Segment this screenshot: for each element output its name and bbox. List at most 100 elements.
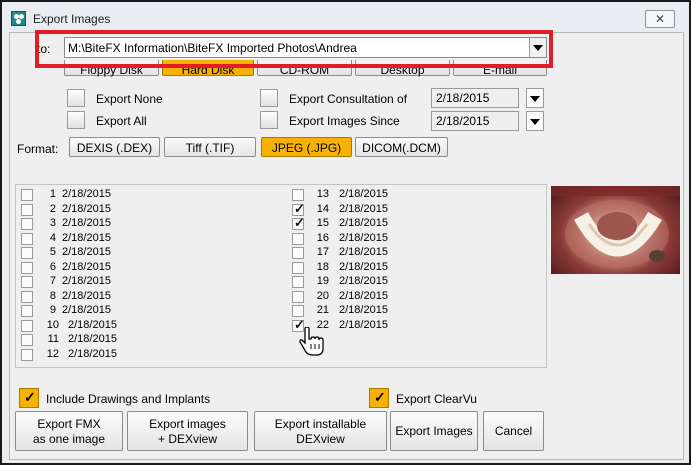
location-tabs: Floppy Disk Hard Disk CD-ROM Desktop E-m… bbox=[64, 60, 548, 78]
tab-desktop[interactable]: Desktop bbox=[355, 60, 450, 77]
image-checkbox[interactable] bbox=[21, 218, 33, 230]
image-number: 15 bbox=[316, 217, 329, 229]
export-clearvu-checkbox[interactable] bbox=[369, 388, 389, 408]
destination-label: to: bbox=[37, 42, 51, 56]
image-number: 19 bbox=[316, 275, 329, 287]
image-date: 2/18/2015 bbox=[62, 246, 111, 258]
image-date: 2/18/2015 bbox=[339, 246, 388, 258]
export-dexview-line1: Export images bbox=[149, 417, 226, 431]
image-checkbox[interactable] bbox=[21, 334, 33, 346]
image-number: 3 bbox=[49, 217, 56, 229]
export-images-button[interactable]: Export Images bbox=[390, 411, 478, 451]
export-none-button[interactable] bbox=[67, 89, 85, 107]
image-checkbox[interactable] bbox=[21, 320, 33, 332]
close-button[interactable]: ✕ bbox=[645, 10, 675, 28]
export-consultation-button[interactable] bbox=[260, 89, 278, 107]
destination-combo[interactable]: M:\BiteFX Information\BiteFX Imported Ph… bbox=[64, 37, 547, 58]
image-date: 2/18/2015 bbox=[68, 319, 117, 331]
image-date: 2/18/2015 bbox=[62, 304, 111, 316]
image-date: 2/18/2015 bbox=[68, 333, 117, 345]
export-images-dexview-button[interactable]: Export images + DEXview bbox=[127, 411, 248, 451]
image-checkbox[interactable] bbox=[292, 189, 304, 201]
image-date: 2/18/2015 bbox=[62, 275, 111, 287]
export-fmx-button[interactable]: Export FMX as one image bbox=[15, 411, 123, 451]
image-number: 12 bbox=[46, 348, 59, 360]
image-number: 4 bbox=[49, 232, 56, 244]
image-checkbox[interactable] bbox=[21, 349, 33, 361]
image-number: 21 bbox=[316, 304, 329, 316]
export-all-button[interactable] bbox=[67, 111, 85, 129]
image-number: 18 bbox=[316, 261, 329, 273]
image-checkbox[interactable] bbox=[292, 262, 304, 274]
image-number: 14 bbox=[316, 203, 329, 215]
image-checkbox[interactable] bbox=[21, 189, 33, 201]
image-checkbox[interactable] bbox=[21, 276, 33, 288]
export-clearvu-label: Export ClearVu bbox=[396, 392, 477, 406]
export-installable-button[interactable]: Export installable DEXview bbox=[254, 411, 387, 451]
image-checkbox[interactable] bbox=[21, 233, 33, 245]
title-bar: Export Images ✕ bbox=[2, 2, 689, 32]
image-checkbox[interactable] bbox=[21, 291, 33, 303]
image-date: 2/18/2015 bbox=[339, 217, 388, 229]
image-date: 2/18/2015 bbox=[339, 261, 388, 273]
image-number: 16 bbox=[316, 232, 329, 244]
export-since-button[interactable] bbox=[260, 111, 278, 129]
image-number: 7 bbox=[49, 275, 56, 287]
format-label: Format: bbox=[17, 142, 59, 156]
image-date: 2/18/2015 bbox=[62, 232, 111, 244]
tab-cd-rom[interactable]: CD-ROM bbox=[257, 60, 352, 77]
include-drawings-checkbox[interactable] bbox=[19, 388, 39, 408]
image-date: 2/18/2015 bbox=[339, 188, 388, 200]
app-icon bbox=[11, 11, 26, 26]
image-number: 10 bbox=[46, 319, 59, 331]
format-jpeg-button[interactable]: JPEG (.JPG) bbox=[261, 137, 352, 157]
image-date: 2/18/2015 bbox=[62, 290, 111, 302]
since-date-field[interactable]: 2/18/2015 bbox=[431, 111, 519, 131]
image-number: 8 bbox=[49, 290, 56, 302]
teeth-photo-icon bbox=[551, 186, 680, 268]
image-number: 17 bbox=[316, 246, 329, 258]
export-all-label: Export All bbox=[96, 114, 147, 128]
image-checkbox[interactable] bbox=[21, 247, 33, 259]
dropdown-arrow-icon[interactable] bbox=[529, 38, 546, 57]
export-since-label: Export Images Since bbox=[289, 114, 400, 128]
image-number: 9 bbox=[49, 304, 56, 316]
image-number: 6 bbox=[49, 261, 56, 273]
image-checkbox[interactable] bbox=[292, 276, 304, 288]
image-date: 2/18/2015 bbox=[62, 188, 111, 200]
image-date: 2/18/2015 bbox=[62, 203, 111, 215]
image-checkbox[interactable] bbox=[21, 204, 33, 216]
tab-email[interactable]: E-mail bbox=[453, 60, 547, 77]
export-fmx-line2: as one image bbox=[32, 432, 106, 446]
tab-hard-disk[interactable]: Hard Disk bbox=[162, 60, 254, 77]
image-checkbox[interactable] bbox=[292, 291, 304, 303]
export-fmx-line1: Export FMX bbox=[37, 417, 101, 431]
tab-floppy-disk[interactable]: Floppy Disk bbox=[64, 60, 159, 77]
image-checkbox[interactable] bbox=[292, 247, 304, 259]
cancel-button[interactable]: Cancel bbox=[483, 411, 544, 451]
consultation-dropdown-icon[interactable] bbox=[526, 88, 544, 108]
image-number: 2 bbox=[49, 203, 56, 215]
image-date: 2/18/2015 bbox=[62, 217, 111, 229]
image-checkbox[interactable] bbox=[292, 233, 304, 245]
export-images-dialog: Export Images ✕ to: M:\BiteFX Informatio… bbox=[0, 0, 691, 465]
image-checkbox[interactable] bbox=[21, 305, 33, 317]
image-checkbox[interactable] bbox=[292, 215, 305, 231]
image-checkbox[interactable] bbox=[21, 262, 33, 274]
export-dexview-line2: + DEXview bbox=[157, 432, 218, 446]
format-dexis-button[interactable]: DEXIS (.DEX) bbox=[69, 137, 160, 157]
image-date: 2/18/2015 bbox=[339, 275, 388, 287]
export-none-label: Export None bbox=[96, 92, 163, 106]
image-date: 2/18/2015 bbox=[68, 348, 117, 360]
image-date: 2/18/2015 bbox=[339, 304, 388, 316]
window-title: Export Images bbox=[33, 12, 111, 26]
consultation-date-field[interactable]: 2/18/2015 bbox=[431, 88, 519, 108]
format-tiff-button[interactable]: Tiff (.TIF) bbox=[164, 137, 256, 157]
export-installable-line2: DEXview bbox=[296, 432, 345, 446]
format-dicom-button[interactable]: DICOM(.DCM) bbox=[355, 137, 448, 157]
image-checkbox[interactable] bbox=[292, 305, 304, 317]
image-date: 2/18/2015 bbox=[339, 203, 388, 215]
image-number: 13 bbox=[316, 188, 329, 200]
since-dropdown-icon[interactable] bbox=[526, 111, 544, 131]
include-drawings-label: Include Drawings and Implants bbox=[46, 392, 211, 406]
